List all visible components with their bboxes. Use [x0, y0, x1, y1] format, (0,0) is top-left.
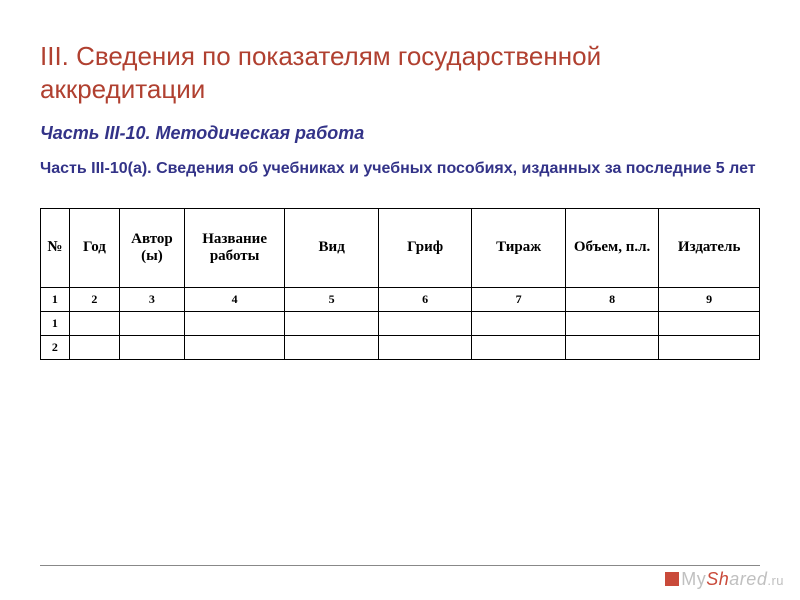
cell [285, 335, 378, 359]
colnum-cell: 1 [41, 287, 70, 311]
subtitle-part: Часть III-10. Методическая работа [40, 123, 760, 144]
header-year: Год [69, 208, 119, 287]
cell [69, 311, 119, 335]
colnum-cell: 7 [472, 287, 565, 311]
table-column-number-row: 1 2 3 4 5 6 7 8 9 [41, 287, 760, 311]
colnum-cell: 5 [285, 287, 378, 311]
watermark: MyShared.ru [665, 569, 784, 590]
header-publisher: Издатель [659, 208, 760, 287]
header-volume: Объем, п.л. [565, 208, 658, 287]
header-number: № [41, 208, 70, 287]
cell [378, 311, 471, 335]
cell [69, 335, 119, 359]
main-title: III. Сведения по показателям государстве… [40, 40, 760, 105]
colnum-cell: 3 [120, 287, 185, 311]
watermark-text-sh: Sh [706, 569, 729, 589]
cell [472, 335, 565, 359]
subtitle-subpart: Часть III-10(а). Сведения об учебниках и… [40, 158, 760, 180]
watermark-text-ru: .ru [767, 573, 784, 588]
colnum-cell: 2 [69, 287, 119, 311]
cell [378, 335, 471, 359]
cell [285, 311, 378, 335]
colnum-cell: 9 [659, 287, 760, 311]
watermark-text-ared: ared [729, 569, 767, 589]
cell [659, 311, 760, 335]
cell [184, 335, 285, 359]
colnum-cell: 4 [184, 287, 285, 311]
cell [120, 311, 185, 335]
header-author: Автор (ы) [120, 208, 185, 287]
colnum-cell: 6 [378, 287, 471, 311]
table-header-row: № Год Автор (ы) Название работы Вид Гриф… [41, 208, 760, 287]
cell [565, 311, 658, 335]
cell [184, 311, 285, 335]
header-tirage: Тираж [472, 208, 565, 287]
row-number: 1 [41, 311, 70, 335]
header-type: Вид [285, 208, 378, 287]
cell [659, 335, 760, 359]
cell [565, 335, 658, 359]
table-row: 2 [41, 335, 760, 359]
footer-divider [40, 565, 760, 566]
row-number: 2 [41, 335, 70, 359]
colnum-cell: 8 [565, 287, 658, 311]
cell [120, 335, 185, 359]
header-grif: Гриф [378, 208, 471, 287]
table-row: 1 [41, 311, 760, 335]
watermark-logo-icon [665, 572, 679, 586]
watermark-text-my: My [681, 569, 706, 589]
cell [472, 311, 565, 335]
header-title: Название работы [184, 208, 285, 287]
publications-table: № Год Автор (ы) Название работы Вид Гриф… [40, 208, 760, 360]
